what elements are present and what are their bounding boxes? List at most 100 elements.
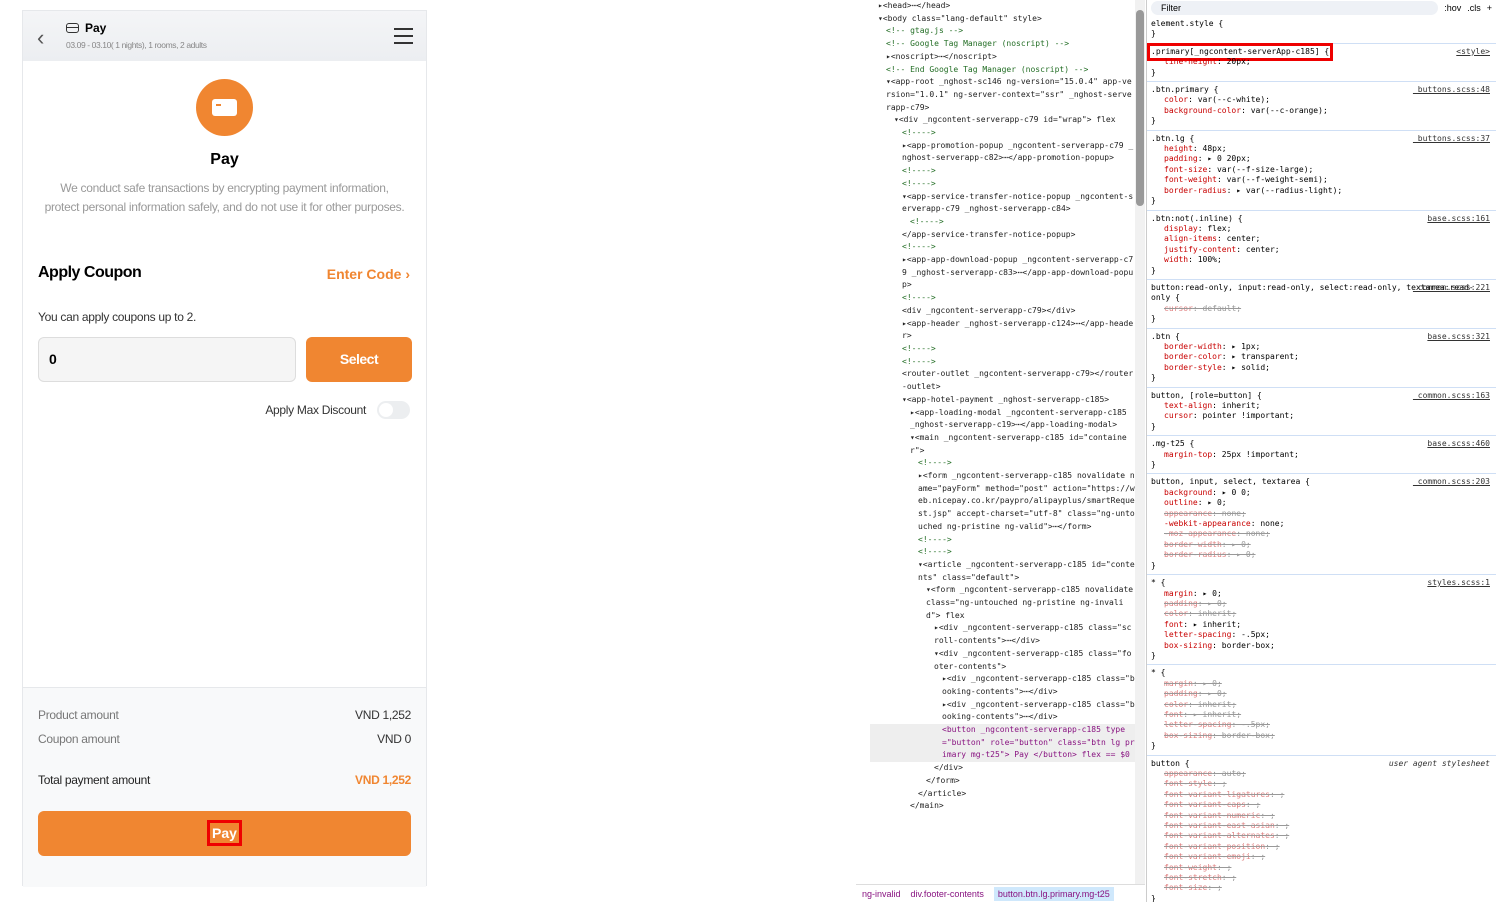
css-property[interactable]: width: 100%; — [1151, 255, 1492, 265]
css-property[interactable]: background-color: var(--c-orange); — [1151, 106, 1492, 116]
css-property[interactable]: font-variant-ligatures: ; — [1151, 790, 1492, 800]
hov-button[interactable]: :hov — [1444, 3, 1461, 13]
dom-node[interactable]: ▸<app-app-download-popup _ngcontent-serv… — [870, 254, 1136, 292]
css-property[interactable]: align-items: center; — [1151, 234, 1492, 244]
rule-source-link[interactable]: _buttons.scss:37 — [1413, 134, 1490, 144]
css-property[interactable]: box-sizing: border-box; — [1151, 641, 1492, 651]
dom-node[interactable]: <router-outlet _ngcontent-serverapp-c79>… — [870, 368, 1136, 393]
css-property[interactable]: appearance: auto; — [1151, 769, 1492, 779]
dom-node[interactable]: ▸<div _ngcontent-serverapp-c185 class="b… — [870, 673, 1136, 698]
enter-code-link[interactable]: Enter Code › — [327, 266, 410, 282]
rule-source-link[interactable]: base.scss:321 — [1427, 332, 1490, 342]
dom-node[interactable]: <!----> — [870, 457, 1136, 470]
dom-node[interactable]: ▾<form _ngcontent-serverapp-c185 novalid… — [870, 584, 1136, 622]
css-property[interactable]: font: ▸ inherit; — [1151, 620, 1492, 630]
css-property[interactable]: font-weight: ; — [1151, 863, 1492, 873]
coupon-count-field[interactable]: 0 — [38, 337, 296, 382]
dom-node[interactable]: <!----> — [870, 165, 1136, 178]
css-property[interactable]: font-variant-east-asian: ; — [1151, 821, 1492, 831]
dom-node[interactable]: ▸<noscript>⋯</noscript> — [870, 51, 1136, 64]
css-property[interactable]: text-align: inherit; — [1151, 401, 1492, 411]
css-property[interactable]: margin: ▸ 0; — [1151, 589, 1492, 599]
css-property[interactable]: font-variant-emoji: ; — [1151, 852, 1492, 862]
css-property[interactable]: outline: ▸ 0; — [1151, 498, 1492, 508]
css-property[interactable]: border-color: ▸ transparent; — [1151, 352, 1492, 362]
dom-node[interactable]: ▾<body class="lang-default" style> — [870, 13, 1136, 26]
css-property[interactable]: font-variant-position: ; — [1151, 842, 1492, 852]
add-rule-button[interactable]: + — [1487, 3, 1492, 13]
css-property[interactable]: margin: ▸ 0; — [1151, 679, 1492, 689]
dom-node[interactable]: <!----> — [870, 292, 1136, 305]
dom-node[interactable]: </form> — [870, 775, 1136, 788]
dom-node[interactable]: <!----> — [870, 216, 1136, 229]
css-property[interactable]: padding: ▸ 0 20px; — [1151, 154, 1492, 164]
dom-node[interactable]: ▾<div _ngcontent-serverapp-c185 class="f… — [870, 648, 1136, 673]
pay-button[interactable]: Pay — [38, 811, 411, 856]
css-property[interactable]: border-style: ▸ solid; — [1151, 363, 1492, 373]
dom-node[interactable]: ▾<app-service-transfer-notice-popup _ngc… — [870, 191, 1136, 216]
css-property[interactable]: font-size: ; — [1151, 883, 1492, 893]
css-property[interactable]: appearance: none; — [1151, 509, 1492, 519]
css-property[interactable]: border-radius: ▸ 0; — [1151, 550, 1492, 560]
dom-node[interactable]: </article> — [870, 788, 1136, 801]
dom-node[interactable]: ▾<main _ngcontent-serverapp-c185 id="con… — [870, 432, 1136, 457]
select-coupon-button[interactable]: Select — [306, 337, 412, 382]
dom-node[interactable]: <!-- gtag.js --> — [870, 25, 1136, 38]
css-property[interactable]: border-width: ▸ 0; — [1151, 540, 1492, 550]
rule-source-link[interactable]: base.scss:161 — [1427, 214, 1490, 224]
dom-node[interactable]: </div> — [870, 762, 1136, 775]
css-property[interactable]: -webkit-appearance: none; — [1151, 519, 1492, 529]
rule-source-link[interactable]: styles.scss:1 — [1427, 578, 1490, 588]
hamburger-menu-icon[interactable] — [394, 28, 413, 49]
elements-scrollbar[interactable] — [1135, 0, 1145, 884]
rule-source-link[interactable]: base.scss:460 — [1427, 439, 1490, 449]
filter-input[interactable]: Filter — [1151, 1, 1439, 15]
css-property[interactable]: background: ▸ 0 0; — [1151, 488, 1492, 498]
css-property[interactable]: border-width: ▸ 1px; — [1151, 342, 1492, 352]
dom-node[interactable]: ▾<app-hotel-payment _nghost-serverapp-c1… — [870, 394, 1136, 407]
dom-node[interactable]: <!----> — [870, 534, 1136, 547]
css-property[interactable]: font-variant-caps: ; — [1151, 800, 1492, 810]
css-property[interactable]: display: flex; — [1151, 224, 1492, 234]
css-property[interactable]: color: inherit; — [1151, 609, 1492, 619]
cls-button[interactable]: .cls — [1467, 3, 1481, 13]
css-property[interactable]: cursor: pointer !important; — [1151, 411, 1492, 421]
css-property[interactable]: color: inherit; — [1151, 700, 1492, 710]
dom-node[interactable]: <div _ngcontent-serverapp-c79></div> — [870, 305, 1136, 318]
css-property[interactable]: line-height: 20px; — [1151, 57, 1492, 67]
dom-node[interactable]: ▸<app-loading-modal _ngcontent-serverapp… — [870, 407, 1136, 432]
css-property[interactable]: justify-content: center; — [1151, 245, 1492, 255]
css-property[interactable]: font-variant-numeric: ; — [1151, 811, 1492, 821]
dom-node[interactable]: ▸<div _ngcontent-serverapp-c185 class="s… — [870, 622, 1136, 647]
dom-node[interactable]: <!----> — [870, 178, 1136, 191]
css-property[interactable]: border-radius: ▸ var(--radius-light); — [1151, 186, 1492, 196]
dom-node[interactable]: ▾<article _ngcontent-serverapp-c185 id="… — [870, 559, 1136, 584]
css-property[interactable]: font-variant-alternates: ; — [1151, 831, 1492, 841]
dom-node[interactable]: ▾<div _ngcontent-serverapp-c79 id="wrap"… — [870, 114, 1136, 127]
breadcrumb-item[interactable]: ng-invalid — [862, 889, 901, 899]
css-property[interactable]: letter-spacing: -.5px; — [1151, 720, 1492, 730]
dom-node[interactable]: ▾<app-root _nghost-sc146 ng-version="15.… — [870, 76, 1136, 114]
dom-node[interactable]: ▸<app-header _nghost-serverapp-c124>⋯</a… — [870, 318, 1136, 343]
rule-source-link[interactable]: _buttons.scss:48 — [1413, 85, 1490, 95]
css-property[interactable]: font-style: ; — [1151, 779, 1492, 789]
rule-source-link[interactable]: <style> — [1456, 47, 1490, 57]
dom-node[interactable]: <!----> — [870, 127, 1136, 140]
css-property[interactable]: font-stretch: ; — [1151, 873, 1492, 883]
css-property[interactable]: padding: ▸ 0; — [1151, 689, 1492, 699]
dom-node[interactable]: ▸<app-promotion-popup _ngcontent-servera… — [870, 140, 1136, 165]
css-property[interactable]: box-sizing: border-box; — [1151, 731, 1492, 741]
dom-node[interactable]: </main> — [870, 800, 1136, 813]
back-button[interactable]: ‹ — [37, 25, 44, 51]
breadcrumb-item[interactable]: div.footer-contents — [911, 889, 984, 899]
dom-node[interactable]: <!-- Google Tag Manager (noscript) --> — [870, 38, 1136, 51]
css-property[interactable]: margin-top: 25px !important; — [1151, 450, 1492, 460]
dom-node[interactable]: ▸<div _ngcontent-serverapp-c185 class="b… — [870, 699, 1136, 724]
dom-node-selected[interactable]: <button _ngcontent-serverapp-c185 type="… — [870, 724, 1136, 763]
css-property[interactable]: font-size: var(--f-size-large); — [1151, 165, 1492, 175]
dom-node[interactable]: <!----> — [870, 356, 1136, 369]
dom-node[interactable]: <!----> — [870, 546, 1136, 559]
css-property[interactable]: height: 48px; — [1151, 144, 1492, 154]
dom-node[interactable]: ▸<form _ngcontent-serverapp-c185 novalid… — [870, 470, 1136, 534]
css-property[interactable]: font: ▸ inherit; — [1151, 710, 1492, 720]
